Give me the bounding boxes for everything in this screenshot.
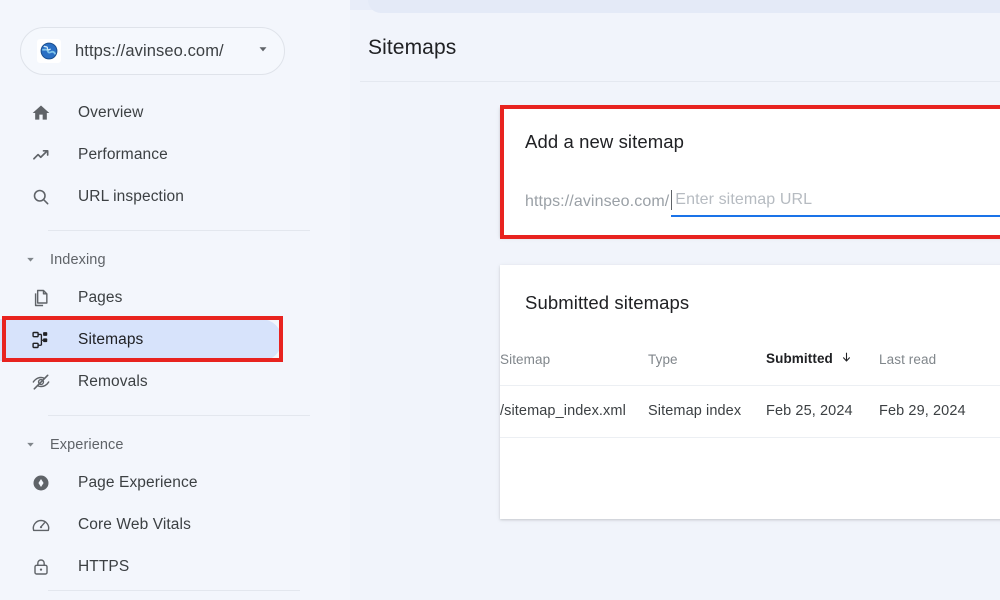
sidebar-item-label: Pages [78,289,123,306]
title-divider [360,81,1000,82]
lock-icon [30,556,52,578]
sidebar-item-label: Overview [78,104,144,121]
sidebar-item-label: Page Experience [78,474,198,491]
eye-off-icon [30,371,52,393]
sidebar-item-label: Core Web Vitals [78,516,191,533]
column-header-submitted[interactable]: Submitted [766,351,879,386]
property-url-label: https://avinseo.com/ [75,41,224,60]
search-icon [30,186,52,208]
table-row[interactable]: /sitemap_index.xml Sitemap index Feb 25,… [500,385,1000,438]
column-header-submitted-label: Submitted [766,351,833,366]
sidebar-divider [48,415,310,416]
sidebar-item-overview[interactable]: Overview [0,92,282,134]
column-header-type[interactable]: Type [648,351,766,386]
google-search-console-sitemaps-page: https://avinseo.com/ Overview Performanc… [0,0,1000,600]
add-sitemap-title: Add a new sitemap [525,131,685,152]
chevron-down-icon[interactable] [256,42,270,61]
sidebar-item-label: HTTPS [78,558,130,575]
sidebar-item-sitemaps[interactable]: Sitemaps [0,319,282,361]
sitemap-url-prefix: https://avinseo.com/ [525,193,670,210]
sidebar-item-removals[interactable]: Removals [0,361,282,403]
account-tree-icon [30,329,52,351]
sidebar-item-label: Sitemaps [78,331,144,348]
chevron-down-icon [24,253,38,267]
sitemap-url-input[interactable] [671,189,1000,213]
globe-favicon [37,39,61,63]
trending-up-icon [30,144,52,166]
sitemap-url-row: https://avinseo.com/ [525,189,1000,217]
sidebar-item-label: URL inspection [78,188,184,205]
property-selector[interactable]: https://avinseo.com/ [20,27,285,75]
cell-type: Sitemap index [648,385,766,438]
cell-sitemap: /sitemap_index.xml [500,385,648,438]
submitted-sitemaps-title: Submitted sitemaps [525,292,690,313]
sidebar-item-page-experience[interactable]: Page Experience [0,462,282,504]
sidebar-item-pages[interactable]: Pages [0,277,282,319]
sidebar-section-label: Experience [50,437,124,453]
page-experience-icon [30,472,52,494]
sidebar-item-performance[interactable]: Performance [0,134,282,176]
main-content: Sitemaps Add a new sitemap https://avins… [350,0,1000,600]
speedometer-icon [30,514,52,536]
pages-copy-icon [30,287,52,309]
sidebar-divider [48,230,310,231]
cell-submitted: Feb 25, 2024 [766,385,879,438]
sidebar-item-label: Removals [78,373,148,390]
text-cursor [671,190,673,210]
home-icon [30,102,52,124]
sidebar-item-label: Performance [78,146,168,163]
sidebar: https://avinseo.com/ Overview Performanc… [0,0,350,600]
sidebar-nav: Overview Performance URL inspection Inde… [0,92,350,588]
add-sitemap-card: Add a new sitemap https://avinseo.com/ [500,107,1000,237]
arrow-down-icon [840,352,853,367]
sidebar-section-label: Indexing [50,252,106,268]
submitted-sitemaps-table: Sitemap Type Submitted Last read /sitema… [500,351,1000,438]
sidebar-item-https[interactable]: HTTPS [0,546,282,588]
column-header-last-read[interactable]: Last read [879,351,1000,386]
cell-last-read: Feb 29, 2024 [879,385,1000,438]
page-title: Sitemaps [368,36,457,59]
sidebar-item-core-web-vitals[interactable]: Core Web Vitals [0,504,282,546]
submitted-sitemaps-card: Submitted sitemaps Sitemap Type Submitte… [500,265,1000,519]
chevron-down-icon [24,438,38,452]
sidebar-section-indexing[interactable]: Indexing [0,243,350,277]
column-header-sitemap[interactable]: Sitemap [500,351,648,386]
sidebar-section-experience[interactable]: Experience [0,428,350,462]
sitemap-url-input-wrapper [671,189,1000,217]
table-header-row: Sitemap Type Submitted Last read [500,351,1000,386]
sidebar-item-url-inspection[interactable]: URL inspection [0,176,282,218]
sidebar-bottom-divider [48,590,300,591]
